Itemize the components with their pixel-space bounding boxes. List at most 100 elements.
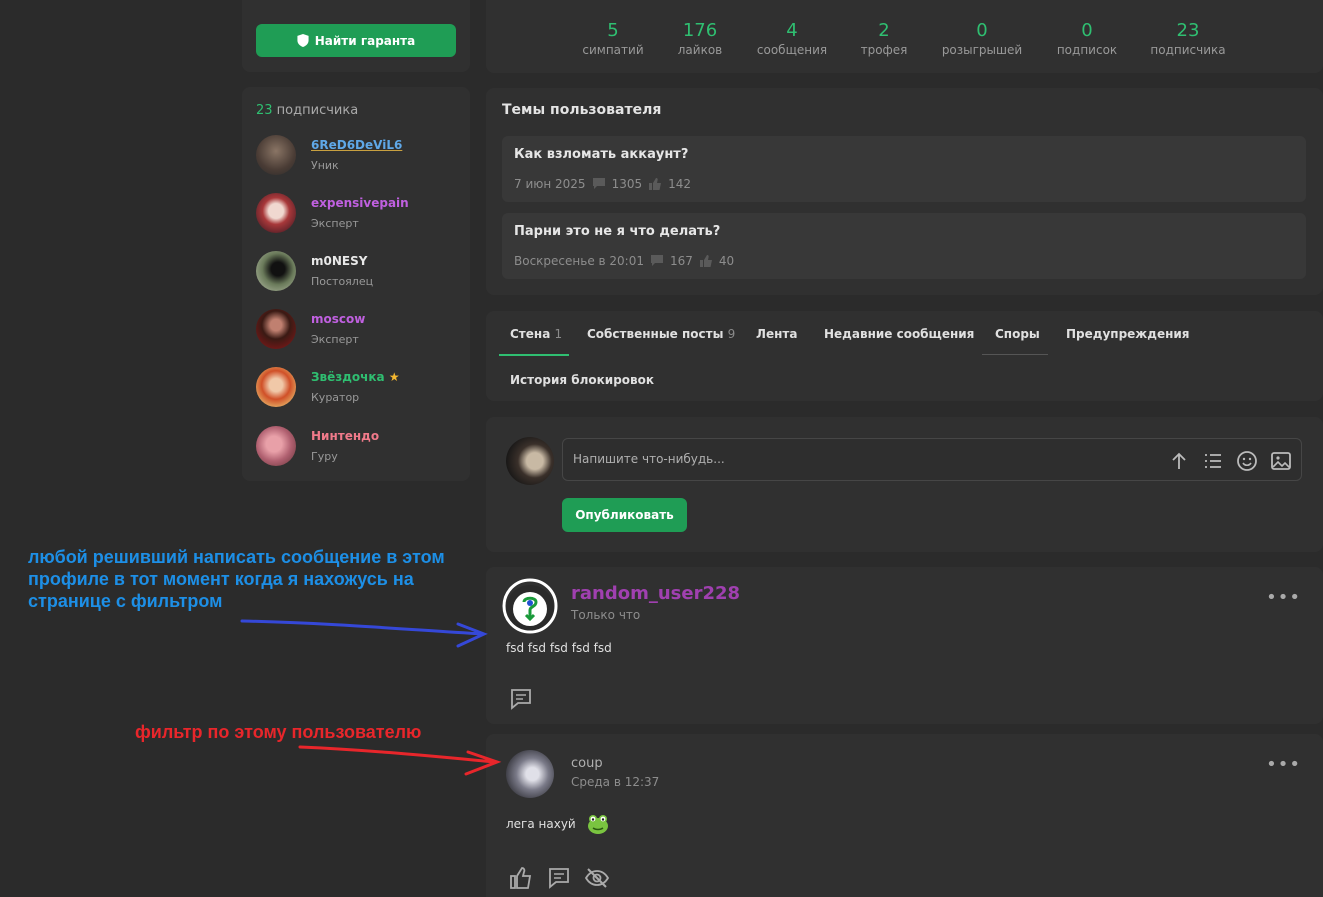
- follower-name[interactable]: expensivepain: [311, 196, 409, 210]
- blue-arrow: [240, 619, 488, 648]
- avatar[interactable]: [256, 367, 296, 407]
- user-topics-panel: Темы пользователя Как взломать аккаунт? …: [486, 88, 1323, 295]
- emoji-icon[interactable]: [1236, 450, 1258, 472]
- stat-subscriptions[interactable]: 0 подписок: [1057, 20, 1117, 57]
- topic-title[interactable]: Парни это не я что делать?: [514, 224, 720, 239]
- active-tab-indicator: [499, 354, 569, 356]
- find-guarantor-label: Найти гаранта: [314, 33, 416, 48]
- topic-title[interactable]: Как взломать аккаунт?: [514, 147, 688, 162]
- like-icon[interactable]: [508, 865, 534, 891]
- follower-name[interactable]: moscow: [311, 312, 365, 326]
- follower-item[interactable]: expensivepain Эксперт: [256, 193, 456, 241]
- avatar[interactable]: [256, 193, 296, 233]
- tab-wall[interactable]: Стена 1: [510, 327, 562, 341]
- follower-item[interactable]: Нинтендо Гуру: [256, 426, 456, 474]
- tab-label: Предупреждения: [1066, 327, 1190, 341]
- tab-count: 9: [727, 327, 736, 341]
- stat-label: подписчика: [1150, 43, 1226, 57]
- image-icon[interactable]: [1270, 450, 1292, 472]
- stat-value: 176: [682, 20, 718, 41]
- follower-name[interactable]: m0NESY: [311, 254, 367, 268]
- tab-feed[interactable]: Лента: [756, 327, 797, 341]
- annotation-red: фильтр по этому пользователю: [135, 722, 422, 742]
- more-options-icon[interactable]: •••: [1266, 587, 1301, 608]
- thumbs-up-icon: [649, 178, 662, 190]
- post-author[interactable]: random_user228: [571, 583, 740, 604]
- list-icon[interactable]: [1202, 450, 1224, 472]
- more-options-icon[interactable]: •••: [1266, 754, 1301, 775]
- comment-icon: [650, 255, 663, 266]
- avatar[interactable]: [256, 251, 296, 291]
- follower-name[interactable]: 6ReD6DeViL6: [311, 138, 402, 152]
- tab-label: Собственные посты: [587, 327, 724, 341]
- tab-divider: [982, 354, 1048, 355]
- tab-ban-history[interactable]: История блокировок: [510, 373, 654, 387]
- comment-icon: [592, 178, 605, 189]
- followers-label: подписчика: [272, 103, 359, 118]
- stat-sympathies[interactable]: 5 симпатий: [582, 20, 643, 57]
- avatar[interactable]: [256, 309, 296, 349]
- post-text: лега нахуй: [506, 812, 610, 836]
- avatar[interactable]: [256, 135, 296, 175]
- follower-item[interactable]: m0NESY Постоялец: [256, 251, 456, 299]
- post-text-content: лега нахуй: [506, 817, 576, 831]
- follower-rank: Эксперт: [311, 333, 359, 346]
- topic-meta: 7 июн 2025 1305 142: [514, 177, 691, 191]
- stat-value: 0: [976, 20, 988, 41]
- thumbs-up-icon: [699, 255, 712, 267]
- follower-item[interactable]: Звёздочка ★ Куратор: [256, 367, 456, 415]
- avatar[interactable]: [506, 750, 554, 798]
- stat-label: трофея: [860, 43, 908, 57]
- post-time[interactable]: Среда в 12:37: [571, 775, 659, 789]
- follower-rank: Эксперт: [311, 217, 359, 230]
- wall-composer: Напишите что-нибудь... Опубликовать: [486, 417, 1323, 552]
- topic-item[interactable]: Парни это не я что делать? Воскресенье в…: [502, 213, 1306, 279]
- stat-label: розыгрышей: [941, 43, 1023, 57]
- stat-label: лайков: [677, 43, 723, 57]
- comment-icon[interactable]: [546, 865, 572, 891]
- frog-emoji-icon: [587, 815, 608, 834]
- stat-trophies[interactable]: 2 трофея: [861, 20, 908, 57]
- topic-item[interactable]: Как взломать аккаунт? 7 июн 2025 1305 14…: [502, 136, 1306, 202]
- hide-eye-icon[interactable]: [584, 865, 610, 891]
- post-time[interactable]: Только что: [571, 608, 640, 622]
- tab-label: История блокировок: [510, 373, 655, 387]
- comment-icon[interactable]: [508, 686, 534, 712]
- stat-followers[interactable]: 23 подписчика: [1150, 20, 1225, 57]
- avatar[interactable]: [506, 585, 554, 633]
- find-guarantor-button[interactable]: Найти гаранта: [256, 24, 456, 57]
- followers-count: 23: [256, 103, 273, 118]
- tab-warnings[interactable]: Предупреждения: [1066, 327, 1189, 341]
- stat-likes[interactable]: 176 лайков: [678, 20, 722, 57]
- follower-item[interactable]: 6ReD6DeViL6 Уник: [256, 135, 456, 183]
- post-text: fsd fsd fsd fsd fsd: [506, 641, 612, 655]
- user-drawn-avatar-icon: [513, 592, 547, 626]
- follower-name[interactable]: Нинтендо: [311, 429, 379, 443]
- topic-meta: Воскресенье в 20:01 167 40: [514, 254, 734, 268]
- avatar[interactable]: [256, 426, 296, 466]
- red-arrow: [298, 745, 502, 776]
- stat-value: 5: [607, 20, 619, 41]
- follower-name[interactable]: Звёздочка ★: [311, 370, 400, 384]
- publish-button[interactable]: Опубликовать: [562, 498, 687, 532]
- follower-item[interactable]: moscow Эксперт: [256, 309, 456, 357]
- topic-likes: 40: [718, 254, 735, 268]
- stat-label: сообщения: [756, 43, 828, 57]
- stat-messages[interactable]: 4 сообщения: [757, 20, 827, 57]
- post-author[interactable]: coup: [571, 756, 603, 771]
- avatar[interactable]: [506, 437, 554, 485]
- upload-arrow-icon[interactable]: [1168, 450, 1190, 472]
- follower-rank: Гуру: [311, 450, 338, 463]
- tab-label: Споры: [995, 327, 1040, 341]
- tab-own-posts[interactable]: Собственные посты 9: [587, 327, 735, 341]
- stat-giveaways[interactable]: 0 розыгрышей: [942, 20, 1022, 57]
- tab-disputes[interactable]: Споры: [995, 327, 1040, 341]
- tab-count: 1: [554, 327, 563, 341]
- wall-post-input[interactable]: Напишите что-нибудь...: [562, 438, 1302, 481]
- followers-title[interactable]: 23 подписчика: [256, 103, 358, 118]
- wall-post: coup Среда в 12:37 ••• лега нахуй: [486, 734, 1323, 897]
- tab-recent-messages[interactable]: Недавние сообщения: [824, 327, 974, 341]
- profile-tabs: Стена 1 Собственные посты 9 Лента Недавн…: [486, 311, 1323, 401]
- stat-value: 2: [878, 20, 890, 41]
- shield-icon: [297, 34, 309, 47]
